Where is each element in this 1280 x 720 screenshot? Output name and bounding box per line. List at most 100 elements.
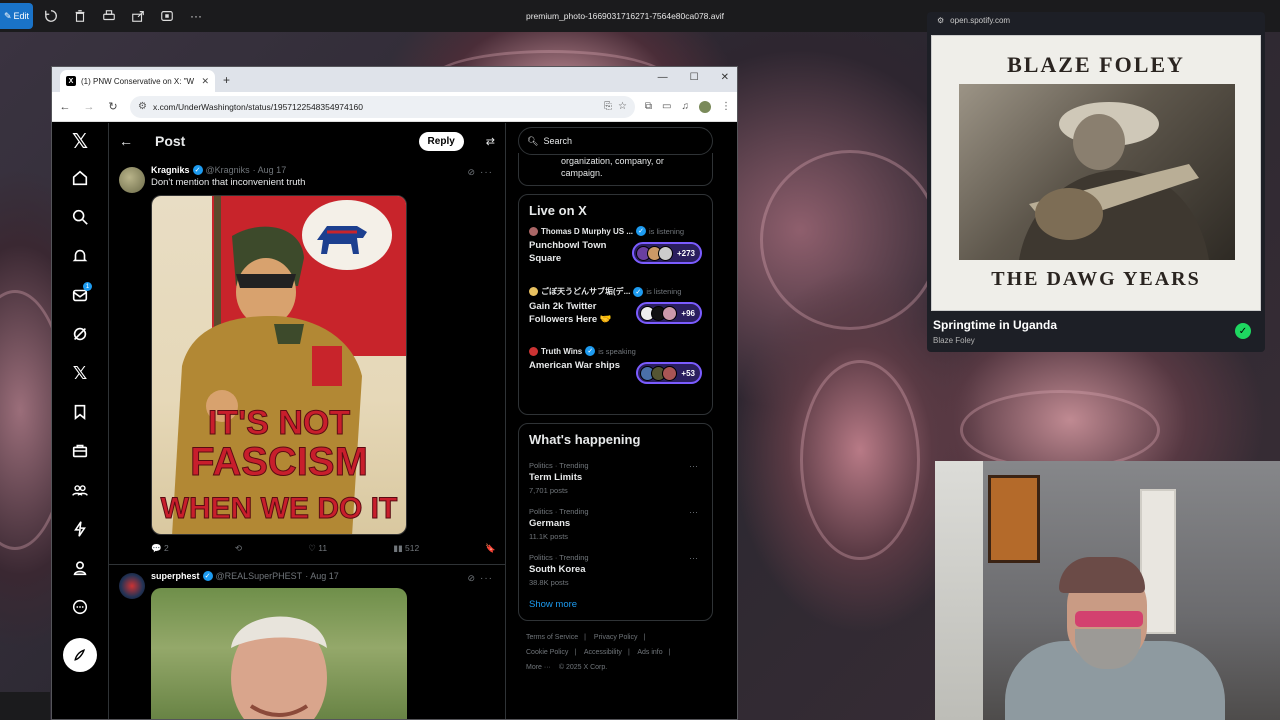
host-name: ごぼ天うどんサブ垢(デ... <box>541 287 631 297</box>
reload-icon[interactable]: ↻ <box>106 100 120 113</box>
browser-menu-icon[interactable]: ⋮ <box>721 101 731 112</box>
post-timeline: ← Post Reply ⇄ ⊘ ··· Kragniks ✓ @Kragnik… <box>108 123 506 719</box>
album-art[interactable]: BLAZE FOLEY THE DAWG YEARS <box>931 35 1261 311</box>
author-handle[interactable]: @Kragniks <box>206 165 250 175</box>
notifications-icon[interactable] <box>65 241 95 271</box>
more-icon[interactable]: ··· <box>689 461 698 471</box>
artist-name[interactable]: Blaze Foley <box>933 336 975 345</box>
trend-item[interactable]: Politics · Trending Germans 11.1K posts … <box>529 507 702 541</box>
messages-badge: 1 <box>83 282 92 291</box>
bookmark-star-icon[interactable]: ☆ <box>618 101 627 112</box>
home-icon[interactable] <box>65 163 95 193</box>
track-title[interactable]: Springtime in Uganda <box>933 318 1057 332</box>
more-icon[interactable]: ··· <box>689 553 698 563</box>
live-space-item[interactable]: Thomas D Murphy US ... ✓ is listening Punc… <box>529 226 702 286</box>
compose-post-button[interactable] <box>63 638 97 672</box>
trend-category: Politics · Trending <box>529 507 589 517</box>
author-name[interactable]: Kragniks <box>151 165 190 175</box>
profile-avatar[interactable] <box>699 100 711 113</box>
bookmark-icon[interactable]: 🔖 <box>485 543 496 554</box>
repost-icon[interactable]: ⟲ <box>235 543 242 554</box>
footer-link[interactable]: Cookie Policy <box>526 649 568 656</box>
address-bar[interactable]: ⚙ x.com/UnderWashington/status/195712254… <box>130 95 635 118</box>
footer-link[interactable]: Privacy Policy <box>594 634 638 641</box>
grok-icon[interactable]: ⊘ <box>467 573 475 584</box>
like-count: 11 <box>318 543 328 553</box>
listeners-pill[interactable]: +53 <box>636 362 702 385</box>
author-name[interactable]: superphest <box>151 571 200 581</box>
poster-illustration: IT'S NOT FASCISM WHEN WE DO IT <box>152 196 406 534</box>
live-space-item[interactable]: Truth Wins ✓ is speaking American War ship… <box>529 346 702 406</box>
media-icon[interactable]: ♫ <box>682 101 690 112</box>
minimize-icon[interactable]: — <box>658 72 668 83</box>
communities-icon[interactable] <box>65 475 95 505</box>
lightning-icon[interactable] <box>65 514 95 544</box>
reply-action[interactable]: 💬 2 <box>151 543 169 554</box>
author-handle[interactable]: @REALSuperPHEST <box>216 571 303 581</box>
close-window-icon[interactable]: ✕ <box>721 72 729 83</box>
install-icon[interactable]: ⎘ <box>604 101 612 112</box>
profile-icon[interactable] <box>65 553 95 583</box>
more-circle-icon[interactable] <box>65 592 95 622</box>
bookmarks-icon[interactable] <box>65 397 95 427</box>
tweet-date[interactable]: · Aug 17 <box>305 571 339 581</box>
tweet[interactable]: ⊘ ··· superphest ✓ @REALSuperPHEST · Aug… <box>109 565 505 719</box>
search-icon[interactable] <box>65 202 95 232</box>
like-action[interactable]: ♡ 11 <box>308 543 327 554</box>
tweet-image[interactable] <box>151 588 407 719</box>
split-view-icon[interactable]: ▭ <box>662 101 671 112</box>
footer-link[interactable]: More ··· <box>526 664 551 671</box>
more-icon[interactable]: ··· <box>480 167 493 178</box>
avatar <box>529 346 538 356</box>
live-card-title: Live on X <box>529 203 587 219</box>
reply-count: 2 <box>163 543 169 553</box>
live-space-item[interactable]: ごぼ天うどんサブ垢(デ... ✓ is listening Gain 2k Twit… <box>529 286 702 346</box>
new-tab-icon[interactable]: + <box>223 73 230 87</box>
tab-title: (1) PNW Conservative on X: "W <box>81 76 195 86</box>
forward-icon[interactable]: → <box>82 101 96 113</box>
search-placeholder: Search <box>543 136 572 146</box>
back-icon[interactable]: ← <box>58 101 72 113</box>
trend-name: South Korea <box>529 564 586 576</box>
tweet-date[interactable]: · Aug 17 <box>253 165 287 175</box>
x-logo-icon[interactable]: 𝕏 <box>72 129 88 154</box>
reply-button[interactable]: Reply <box>418 131 464 151</box>
tweet-image[interactable]: IT'S NOT FASCISM WHEN WE DO IT <box>151 195 407 535</box>
maximize-icon[interactable]: ☐ <box>690 72 699 83</box>
space-title: Punchbowl Town Square <box>529 240 607 264</box>
grok-icon[interactable] <box>65 319 95 349</box>
person-glasses <box>1075 611 1143 627</box>
avatar[interactable] <box>119 573 145 599</box>
listeners-pill[interactable]: +96 <box>636 302 702 325</box>
site-info-icon[interactable]: ⚙ <box>138 101 147 112</box>
more-icon[interactable]: ··· <box>689 507 698 517</box>
album-name-text: THE DAWG YEARS <box>991 268 1201 290</box>
close-tab-icon[interactable]: ✕ <box>201 76 209 87</box>
browser-tab[interactable]: X (1) PNW Conservative on X: "W ✕ <box>60 70 215 92</box>
listeners-pill[interactable]: +273 <box>631 242 702 265</box>
views-action[interactable]: ▮▮ 512 <box>393 543 419 554</box>
footer-link[interactable]: Ads info <box>637 649 662 656</box>
more-icon[interactable]: ··· <box>480 573 493 584</box>
footer-link[interactable]: Terms of Service <box>526 634 578 641</box>
search-input[interactable]: 🔍︎ Search <box>518 127 713 155</box>
trend-item[interactable]: Politics · Trending Term Limits 7,701 po… <box>529 461 702 495</box>
space-title: American War ships <box>529 360 620 372</box>
site-settings-icon[interactable]: ⚙ <box>937 16 944 25</box>
messages-icon[interactable]: 1 <box>65 280 95 310</box>
space-title: Gain 2k Twitter Followers Here 🤝 <box>529 301 612 325</box>
saved-check-icon[interactable]: ✓ <box>1235 323 1251 339</box>
footer-separator: | <box>574 648 577 656</box>
jobs-icon[interactable] <box>65 436 95 466</box>
footer-link[interactable]: Accessibility <box>584 649 622 656</box>
avatar[interactable] <box>119 167 145 193</box>
footer-separator: | <box>643 634 646 642</box>
show-more-link[interactable]: Show more <box>529 599 702 610</box>
tweet[interactable]: ⊘ ··· Kragniks ✓ @Kragniks · Aug 17 Don'… <box>109 159 505 565</box>
back-arrow-icon[interactable]: ← <box>119 133 133 149</box>
premium-x-icon[interactable]: 𝕏 <box>65 358 95 388</box>
extensions-icon[interactable]: ⧉ <box>645 101 652 112</box>
filter-icon[interactable]: ⇄ <box>486 135 495 148</box>
trend-item[interactable]: Politics · Trending South Korea 38.8K po… <box>529 553 702 587</box>
grok-icon[interactable]: ⊘ <box>467 167 475 178</box>
